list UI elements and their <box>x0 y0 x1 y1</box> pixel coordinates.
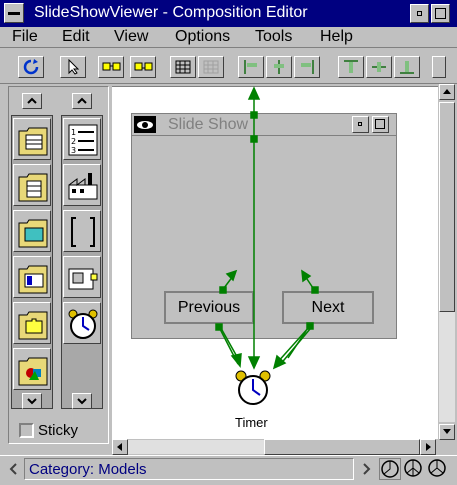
horizontal-scroll-thumb[interactable] <box>264 439 420 455</box>
timer-label: Timer <box>235 415 268 430</box>
triangle-left-icon <box>117 443 122 451</box>
connection-lines <box>215 86 319 370</box>
run-mode-button[interactable] <box>379 458 401 480</box>
horizontal-scroll-track[interactable] <box>128 440 264 454</box>
peace-mode-button[interactable] <box>403 458 425 480</box>
category-field: Category: Models <box>24 458 354 480</box>
circle-cross-icon <box>428 459 446 477</box>
ring-icon <box>381 460 399 478</box>
timer-part[interactable] <box>233 368 273 408</box>
filter-mode-button[interactable] <box>427 458 449 480</box>
category-text: Category: Models <box>29 461 147 478</box>
vertical-scrollbar[interactable] <box>438 84 456 440</box>
triangle-down-icon <box>443 429 451 434</box>
horizontal-scrollbar[interactable] <box>112 439 438 455</box>
chevron-right-icon <box>363 463 371 475</box>
triangle-up-icon <box>443 89 451 94</box>
status-scroll-left[interactable] <box>6 459 22 479</box>
vertical-scroll-track[interactable] <box>439 312 455 422</box>
scroll-left-button[interactable] <box>112 439 128 455</box>
scroll-right-button[interactable] <box>420 439 436 455</box>
alarm-clock-icon <box>235 370 271 405</box>
triangle-right-icon <box>426 443 431 451</box>
scroll-up-button[interactable] <box>439 84 455 100</box>
vertical-scroll-thumb[interactable] <box>439 102 455 312</box>
chevron-left-icon <box>9 463 17 475</box>
peace-icon <box>404 459 422 477</box>
scroll-down-button[interactable] <box>439 424 455 440</box>
status-scroll-right[interactable] <box>358 459 374 479</box>
